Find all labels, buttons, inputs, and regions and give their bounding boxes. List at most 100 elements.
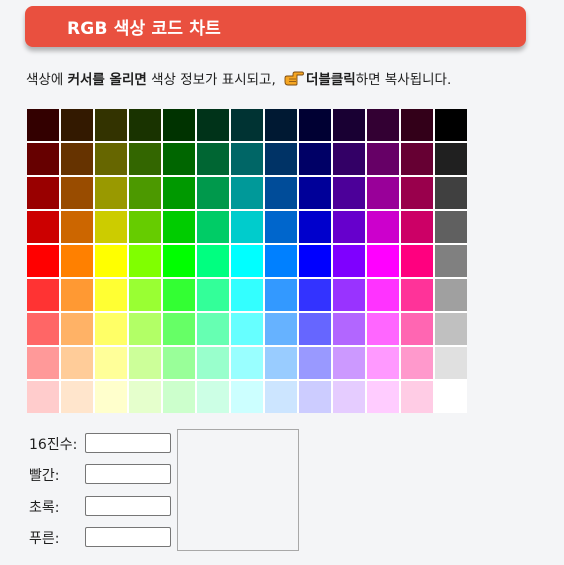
color-swatch[interactable] [163, 279, 195, 311]
color-swatch[interactable] [61, 177, 93, 209]
color-swatch[interactable] [27, 381, 59, 413]
color-swatch[interactable] [27, 109, 59, 141]
color-swatch[interactable] [231, 279, 263, 311]
color-swatch[interactable] [95, 347, 127, 379]
color-swatch[interactable] [197, 211, 229, 243]
color-swatch[interactable] [333, 109, 365, 141]
color-swatch[interactable] [61, 279, 93, 311]
color-swatch[interactable] [95, 313, 127, 345]
color-swatch[interactable] [299, 109, 331, 141]
color-swatch[interactable] [27, 211, 59, 243]
color-swatch[interactable] [367, 109, 399, 141]
color-swatch[interactable] [299, 347, 331, 379]
color-swatch[interactable] [367, 211, 399, 243]
color-swatch[interactable] [95, 177, 127, 209]
color-swatch[interactable] [61, 313, 93, 345]
color-swatch[interactable] [435, 177, 467, 209]
color-swatch[interactable] [367, 143, 399, 175]
color-swatch[interactable] [401, 245, 433, 277]
color-swatch[interactable] [163, 381, 195, 413]
color-swatch[interactable] [435, 245, 467, 277]
green-input[interactable] [85, 496, 171, 516]
color-swatch[interactable] [27, 313, 59, 345]
color-swatch[interactable] [299, 143, 331, 175]
color-swatch[interactable] [95, 143, 127, 175]
color-swatch[interactable] [435, 313, 467, 345]
color-swatch[interactable] [95, 381, 127, 413]
color-swatch[interactable] [367, 177, 399, 209]
color-swatch[interactable] [231, 109, 263, 141]
color-swatch[interactable] [197, 245, 229, 277]
color-swatch[interactable] [333, 245, 365, 277]
color-swatch[interactable] [163, 313, 195, 345]
color-swatch[interactable] [61, 381, 93, 413]
color-swatch[interactable] [231, 211, 263, 243]
color-swatch[interactable] [197, 143, 229, 175]
color-swatch[interactable] [95, 211, 127, 243]
color-swatch[interactable] [95, 109, 127, 141]
color-swatch[interactable] [163, 347, 195, 379]
color-swatch[interactable] [401, 381, 433, 413]
color-swatch[interactable] [265, 381, 297, 413]
color-swatch[interactable] [333, 347, 365, 379]
color-swatch[interactable] [197, 279, 229, 311]
color-swatch[interactable] [197, 313, 229, 345]
color-swatch[interactable] [333, 211, 365, 243]
color-swatch[interactable] [435, 109, 467, 141]
color-swatch[interactable] [367, 313, 399, 345]
color-swatch[interactable] [401, 177, 433, 209]
color-swatch[interactable] [333, 381, 365, 413]
color-swatch[interactable] [435, 279, 467, 311]
color-swatch[interactable] [163, 245, 195, 277]
red-input[interactable] [85, 464, 171, 484]
color-swatch[interactable] [61, 109, 93, 141]
color-swatch[interactable] [27, 245, 59, 277]
color-swatch[interactable] [401, 211, 433, 243]
color-swatch[interactable] [129, 245, 161, 277]
color-swatch[interactable] [435, 211, 467, 243]
color-swatch[interactable] [299, 211, 331, 243]
color-swatch[interactable] [435, 381, 467, 413]
color-swatch[interactable] [129, 313, 161, 345]
color-swatch[interactable] [27, 177, 59, 209]
color-swatch[interactable] [367, 245, 399, 277]
color-swatch[interactable] [265, 279, 297, 311]
color-swatch[interactable] [333, 177, 365, 209]
color-swatch[interactable] [333, 313, 365, 345]
color-swatch[interactable] [27, 279, 59, 311]
color-swatch[interactable] [61, 245, 93, 277]
color-swatch[interactable] [231, 381, 263, 413]
color-swatch[interactable] [197, 347, 229, 379]
color-swatch[interactable] [197, 177, 229, 209]
color-swatch[interactable] [367, 381, 399, 413]
color-swatch[interactable] [231, 143, 263, 175]
color-swatch[interactable] [61, 143, 93, 175]
color-swatch[interactable] [27, 143, 59, 175]
color-swatch[interactable] [367, 347, 399, 379]
color-swatch[interactable] [265, 313, 297, 345]
color-swatch[interactable] [61, 211, 93, 243]
color-swatch[interactable] [95, 245, 127, 277]
hex-input[interactable] [85, 433, 171, 453]
color-swatch[interactable] [265, 347, 297, 379]
color-swatch[interactable] [95, 279, 127, 311]
color-swatch[interactable] [401, 279, 433, 311]
color-swatch[interactable] [401, 143, 433, 175]
color-swatch[interactable] [231, 177, 263, 209]
color-swatch[interactable] [129, 381, 161, 413]
color-swatch[interactable] [163, 143, 195, 175]
color-swatch[interactable] [435, 143, 467, 175]
color-swatch[interactable] [299, 245, 331, 277]
color-swatch[interactable] [299, 177, 331, 209]
color-swatch[interactable] [129, 177, 161, 209]
color-swatch[interactable] [299, 313, 331, 345]
color-swatch[interactable] [231, 347, 263, 379]
color-swatch[interactable] [197, 109, 229, 141]
color-swatch[interactable] [299, 279, 331, 311]
color-swatch[interactable] [265, 143, 297, 175]
color-swatch[interactable] [163, 109, 195, 141]
color-swatch[interactable] [333, 143, 365, 175]
color-swatch[interactable] [129, 279, 161, 311]
color-swatch[interactable] [163, 177, 195, 209]
blue-input[interactable] [85, 527, 171, 547]
